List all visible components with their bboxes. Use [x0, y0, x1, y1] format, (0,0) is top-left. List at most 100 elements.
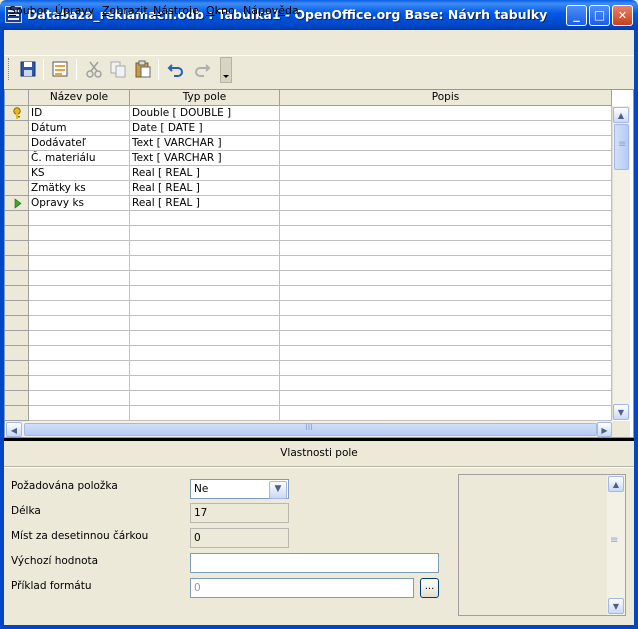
- help-scroll-up-button[interactable]: ▲: [608, 476, 624, 492]
- description-cell[interactable]: [280, 196, 612, 211]
- row-header[interactable]: [5, 271, 29, 286]
- scroll-down-button[interactable]: ▼: [613, 404, 629, 420]
- scroll-right-button[interactable]: ▶: [597, 422, 612, 437]
- description-cell[interactable]: [280, 106, 612, 121]
- menu-okno[interactable]: Okno: [206, 4, 235, 18]
- chevron-down-icon[interactable]: ▼: [269, 481, 287, 499]
- field-type-cell[interactable]: [130, 226, 280, 241]
- field-name-cell[interactable]: [29, 256, 130, 271]
- description-cell[interactable]: [280, 331, 612, 346]
- row-header[interactable]: [5, 106, 29, 121]
- field-type-cell[interactable]: Text [ VARCHAR ]: [130, 151, 280, 166]
- row-header[interactable]: [5, 316, 29, 331]
- description-cell[interactable]: [280, 136, 612, 151]
- description-cell[interactable]: [280, 316, 612, 331]
- field-type-cell[interactable]: Real [ REAL ]: [130, 181, 280, 196]
- menu-zobrazit[interactable]: Zobrazit: [102, 4, 148, 18]
- menu-soubor[interactable]: Soubor: [9, 4, 48, 18]
- row-header[interactable]: [5, 346, 29, 361]
- cut-icon[interactable]: [84, 59, 104, 79]
- field-name-cell[interactable]: [29, 391, 130, 406]
- row-header[interactable]: [5, 391, 29, 406]
- close-button[interactable]: ✕: [612, 5, 633, 26]
- field-name-cell[interactable]: [29, 226, 130, 241]
- header-description[interactable]: Popis: [280, 90, 612, 106]
- horizontal-scroll-thumb[interactable]: III: [24, 423, 597, 436]
- row-header[interactable]: [5, 241, 29, 256]
- format-button[interactable]: ...: [420, 578, 439, 598]
- description-cell[interactable]: [280, 271, 612, 286]
- field-type-cell[interactable]: Date [ DATE ]: [130, 121, 280, 136]
- description-cell[interactable]: [280, 181, 612, 196]
- field-type-cell[interactable]: Double [ DOUBLE ]: [130, 106, 280, 121]
- required-dropdown[interactable]: Ne ▼: [190, 479, 289, 499]
- header-field-name[interactable]: Název pole: [29, 90, 130, 106]
- toolbar-grip[interactable]: [8, 58, 11, 80]
- row-header[interactable]: [5, 196, 29, 211]
- field-name-cell[interactable]: [29, 361, 130, 376]
- field-type-cell[interactable]: [130, 241, 280, 256]
- field-name-cell[interactable]: Zmätky ks: [29, 181, 130, 196]
- field-name-cell[interactable]: [29, 346, 130, 361]
- field-name-cell[interactable]: [29, 301, 130, 316]
- maximize-button[interactable]: □: [589, 5, 610, 26]
- description-cell[interactable]: [280, 286, 612, 301]
- field-name-cell[interactable]: [29, 316, 130, 331]
- description-cell[interactable]: [280, 211, 612, 226]
- menu-napoveda[interactable]: Nápověda: [243, 4, 299, 18]
- row-header[interactable]: [5, 136, 29, 151]
- field-name-cell[interactable]: Č. materiálu: [29, 151, 130, 166]
- field-type-cell[interactable]: [130, 301, 280, 316]
- scroll-left-button[interactable]: ◀: [6, 422, 22, 437]
- row-header[interactable]: [5, 121, 29, 136]
- decimals-field[interactable]: 0: [190, 528, 289, 548]
- field-name-cell[interactable]: [29, 331, 130, 346]
- field-name-cell[interactable]: [29, 211, 130, 226]
- save-icon[interactable]: [18, 59, 38, 79]
- field-name-cell[interactable]: Dátum: [29, 121, 130, 136]
- field-type-cell[interactable]: [130, 346, 280, 361]
- row-header[interactable]: [5, 181, 29, 196]
- field-name-cell[interactable]: [29, 286, 130, 301]
- description-cell[interactable]: [280, 391, 612, 406]
- field-type-cell[interactable]: [130, 361, 280, 376]
- toolbar-overflow-button[interactable]: [220, 57, 232, 83]
- field-name-cell[interactable]: Opravy ks: [29, 196, 130, 211]
- description-cell[interactable]: [280, 151, 612, 166]
- field-type-cell[interactable]: [130, 316, 280, 331]
- menu-nastroje[interactable]: Nástroje: [153, 4, 199, 18]
- edit-icon[interactable]: [50, 59, 70, 79]
- pane-splitter[interactable]: [4, 438, 634, 441]
- description-cell[interactable]: [280, 241, 612, 256]
- row-header[interactable]: [5, 406, 29, 421]
- row-header[interactable]: [5, 166, 29, 181]
- field-name-cell[interactable]: Dodávateľ: [29, 136, 130, 151]
- field-type-cell[interactable]: [130, 271, 280, 286]
- field-type-cell[interactable]: [130, 406, 280, 421]
- description-cell[interactable]: [280, 226, 612, 241]
- undo-icon[interactable]: [166, 59, 186, 79]
- field-type-cell[interactable]: [130, 331, 280, 346]
- field-type-cell[interactable]: Real [ REAL ]: [130, 166, 280, 181]
- description-cell[interactable]: [280, 166, 612, 181]
- paste-icon[interactable]: [133, 59, 153, 79]
- menu-upravy[interactable]: Úpravy: [55, 4, 94, 18]
- description-cell[interactable]: [280, 361, 612, 376]
- field-type-cell[interactable]: [130, 286, 280, 301]
- description-cell[interactable]: [280, 256, 612, 271]
- field-type-cell[interactable]: [130, 211, 280, 226]
- field-name-cell[interactable]: [29, 241, 130, 256]
- field-type-cell[interactable]: Real [ REAL ]: [130, 196, 280, 211]
- row-header[interactable]: [5, 151, 29, 166]
- row-header[interactable]: [5, 211, 29, 226]
- help-scroll-down-button[interactable]: ▼: [608, 598, 624, 614]
- description-cell[interactable]: [280, 121, 612, 136]
- field-type-cell[interactable]: [130, 391, 280, 406]
- row-header[interactable]: [5, 256, 29, 271]
- field-type-cell[interactable]: [130, 376, 280, 391]
- row-header[interactable]: [5, 376, 29, 391]
- field-name-cell[interactable]: [29, 376, 130, 391]
- description-cell[interactable]: [280, 301, 612, 316]
- field-type-cell[interactable]: [130, 256, 280, 271]
- minimize-button[interactable]: _: [566, 5, 587, 26]
